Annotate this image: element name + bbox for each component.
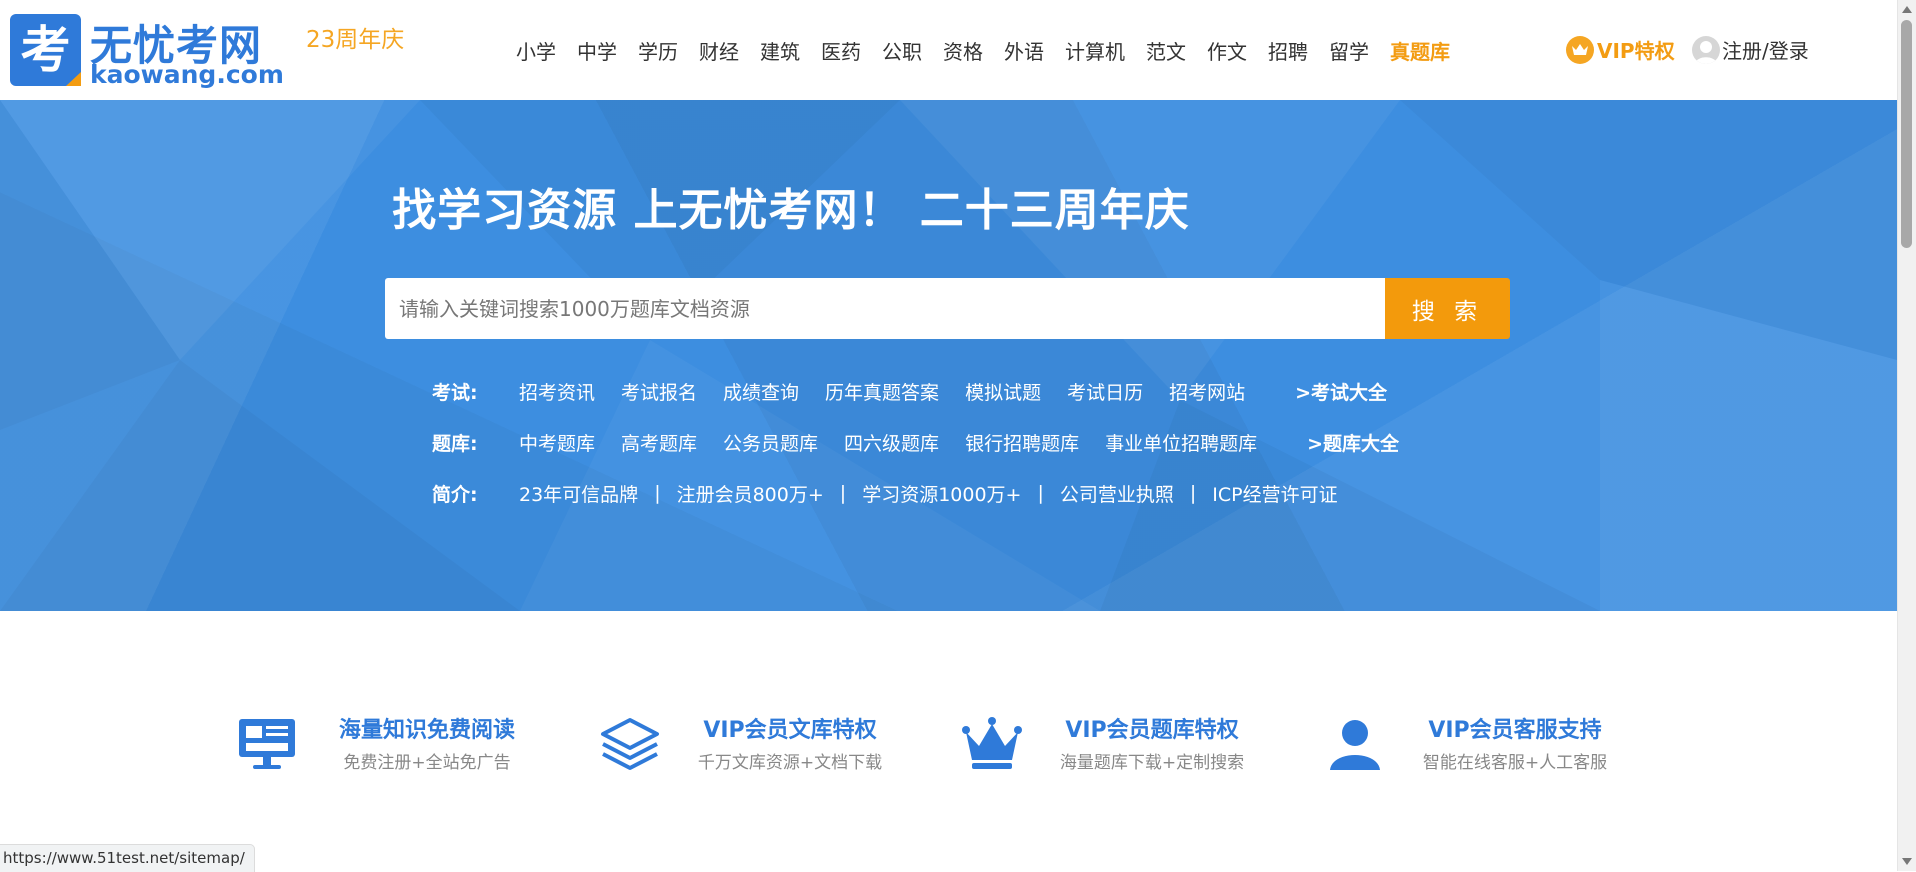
bank-all-link[interactable]: >题库大全 <box>1307 429 1399 456</box>
vip-crown-icon <box>1566 35 1594 64</box>
exam-link-websites[interactable]: 招考网站 <box>1169 378 1245 405</box>
intro-link-icp-license[interactable]: ICP经营许可证 <box>1212 480 1337 507</box>
intro-separator: | <box>1189 482 1197 504</box>
intro-links-row: 简介: 23年可信品牌 | 注册会员800万+ | 学习资源1000万+ | 公… <box>432 478 1338 508</box>
layers-icon <box>601 718 659 770</box>
intro-separator: | <box>839 482 847 504</box>
intro-link-business-license[interactable]: 公司营业执照 <box>1060 480 1174 507</box>
intro-link-resources[interactable]: 学习资源1000万+ <box>862 480 1021 507</box>
intro-link-members[interactable]: 注册会员800万+ <box>677 480 824 507</box>
hero-title: 找学习资源 上无忧考网！ 二十三周年庆 <box>392 185 1190 236</box>
feature-title: VIP会员文库特权 <box>703 718 877 743</box>
status-bar-url: https://www.51test.net/sitemap/ <box>0 844 255 872</box>
nav-item-primary-school[interactable]: 小学 <box>516 36 556 65</box>
intro-separator: | <box>654 482 661 504</box>
nav-item-finance[interactable]: 财经 <box>699 36 739 65</box>
nav-item-middle-school[interactable]: 中学 <box>577 36 617 65</box>
bank-link-civil-servant[interactable]: 公务员题库 <box>723 429 818 456</box>
intro-separator: | <box>1037 482 1044 504</box>
main-nav: 小学 中学 学历 财经 建筑 医药 公职 资格 外语 计算机 范文 作文 招聘 … <box>516 34 1471 66</box>
exam-link-past-papers[interactable]: 历年真题答案 <box>825 378 939 405</box>
nav-item-construction[interactable]: 建筑 <box>760 36 800 65</box>
feature-title: VIP会员题库特权 <box>1065 718 1239 743</box>
nav-item-recruitment[interactable]: 招聘 <box>1268 36 1308 65</box>
scroll-thumb[interactable] <box>1901 20 1912 248</box>
feature-section: 海量知识免费阅读 免费注册+全站免广告 VIP会员文库特权 千万文库资源+文档下… <box>0 611 1897 851</box>
feature-vip-question-bank[interactable]: VIP会员题库特权 海量题库下载+定制搜索 <box>961 710 1301 780</box>
exam-link-registration[interactable]: 考试报名 <box>621 378 697 405</box>
crown-icon <box>962 717 1022 769</box>
bank-row-label: 题库: <box>432 432 478 455</box>
scroll-up-arrow-icon[interactable] <box>1902 6 1912 13</box>
intro-link-brand[interactable]: 23年可信品牌 <box>519 480 638 507</box>
feature-title: VIP会员客服支持 <box>1428 718 1602 743</box>
exam-link-calendar[interactable]: 考试日历 <box>1067 378 1143 405</box>
nav-item-degree[interactable]: 学历 <box>638 36 678 65</box>
feature-subtitle: 免费注册+全站免广告 <box>343 753 511 773</box>
nav-item-civil-service[interactable]: 公职 <box>882 36 922 65</box>
anniversary-label[interactable]: 23周年庆 <box>306 20 404 54</box>
nav-item-study-abroad[interactable]: 留学 <box>1329 36 1369 65</box>
bank-link-zhongkao[interactable]: 中考题库 <box>519 429 595 456</box>
nav-item-computer[interactable]: 计算机 <box>1065 36 1125 65</box>
nav-item-sample-essays[interactable]: 范文 <box>1146 36 1186 65</box>
user-avatar-icon <box>1692 35 1720 64</box>
user-support-icon <box>1330 720 1380 770</box>
intro-row-label: 简介: <box>432 483 478 506</box>
search-box: 搜 索 <box>385 278 1510 339</box>
hero-banner: 找学习资源 上无忧考网！ 二十三周年庆 搜 索 考试: 招考资讯 考试报名 成绩… <box>0 100 1897 611</box>
feature-vip-support[interactable]: VIP会员客服支持 智能在线客服+人工客服 <box>1324 710 1664 780</box>
feature-subtitle: 智能在线客服+人工客服 <box>1422 753 1608 773</box>
exam-row-label: 考试: <box>432 381 478 404</box>
site-header: 考 无忧考网 kaowang.com 23周年庆 小学 中学 学历 财经 建筑 … <box>0 0 1897 101</box>
site-logo[interactable]: 考 无忧考网 kaowang.com <box>10 14 292 90</box>
search-input[interactable] <box>385 278 1385 339</box>
exam-links-row: 考试: 招考资讯 考试报名 成绩查询 历年真题答案 模拟试题 考试日历 招考网站… <box>432 376 1387 406</box>
bank-links-row: 题库: 中考题库 高考题库 公务员题库 四六级题库 银行招聘题库 事业单位招聘题… <box>432 427 1399 457</box>
feature-vip-library[interactable]: VIP会员文库特权 千万文库资源+文档下载 <box>599 710 939 780</box>
scroll-down-arrow-icon[interactable] <box>1902 858 1912 865</box>
logo-domain: kaowang.com <box>90 60 284 89</box>
feature-subtitle: 海量题库下载+定制搜索 <box>1059 753 1245 773</box>
vertical-scrollbar[interactable] <box>1897 0 1916 871</box>
monitor-icon <box>239 719 295 769</box>
bank-link-public-institution[interactable]: 事业单位招聘题库 <box>1105 429 1257 456</box>
nav-item-exam-bank[interactable]: 真题库 <box>1390 36 1450 65</box>
bank-link-cet[interactable]: 四六级题库 <box>844 429 939 456</box>
nav-item-composition[interactable]: 作文 <box>1207 36 1247 65</box>
exam-all-link[interactable]: >考试大全 <box>1295 378 1387 405</box>
bank-link-gaokao[interactable]: 高考题库 <box>621 429 697 456</box>
register-login-label: 注册/登录 <box>1722 39 1809 63</box>
feature-free-reading[interactable]: 海量知识免费阅读 免费注册+全站免广告 <box>236 710 576 780</box>
nav-item-foreign-language[interactable]: 外语 <box>1004 36 1044 65</box>
exam-link-mock-tests[interactable]: 模拟试题 <box>965 378 1041 405</box>
logo-corner-decoration <box>66 72 81 86</box>
feature-subtitle: 千万文库资源+文档下载 <box>697 753 883 773</box>
feature-title: 海量知识免费阅读 <box>338 718 515 743</box>
exam-link-score-query[interactable]: 成绩查询 <box>723 378 799 405</box>
vip-privilege-link[interactable]: VIP特权 <box>1566 35 1675 64</box>
vip-label: VIP特权 <box>1597 39 1675 63</box>
bank-link-bank-recruitment[interactable]: 银行招聘题库 <box>965 429 1079 456</box>
nav-item-qualification[interactable]: 资格 <box>943 36 983 65</box>
nav-item-medicine[interactable]: 医药 <box>821 36 861 65</box>
search-button[interactable]: 搜 索 <box>1385 278 1510 339</box>
exam-link-news[interactable]: 招考资讯 <box>519 378 595 405</box>
register-login-link[interactable]: 注册/登录 <box>1692 35 1809 64</box>
